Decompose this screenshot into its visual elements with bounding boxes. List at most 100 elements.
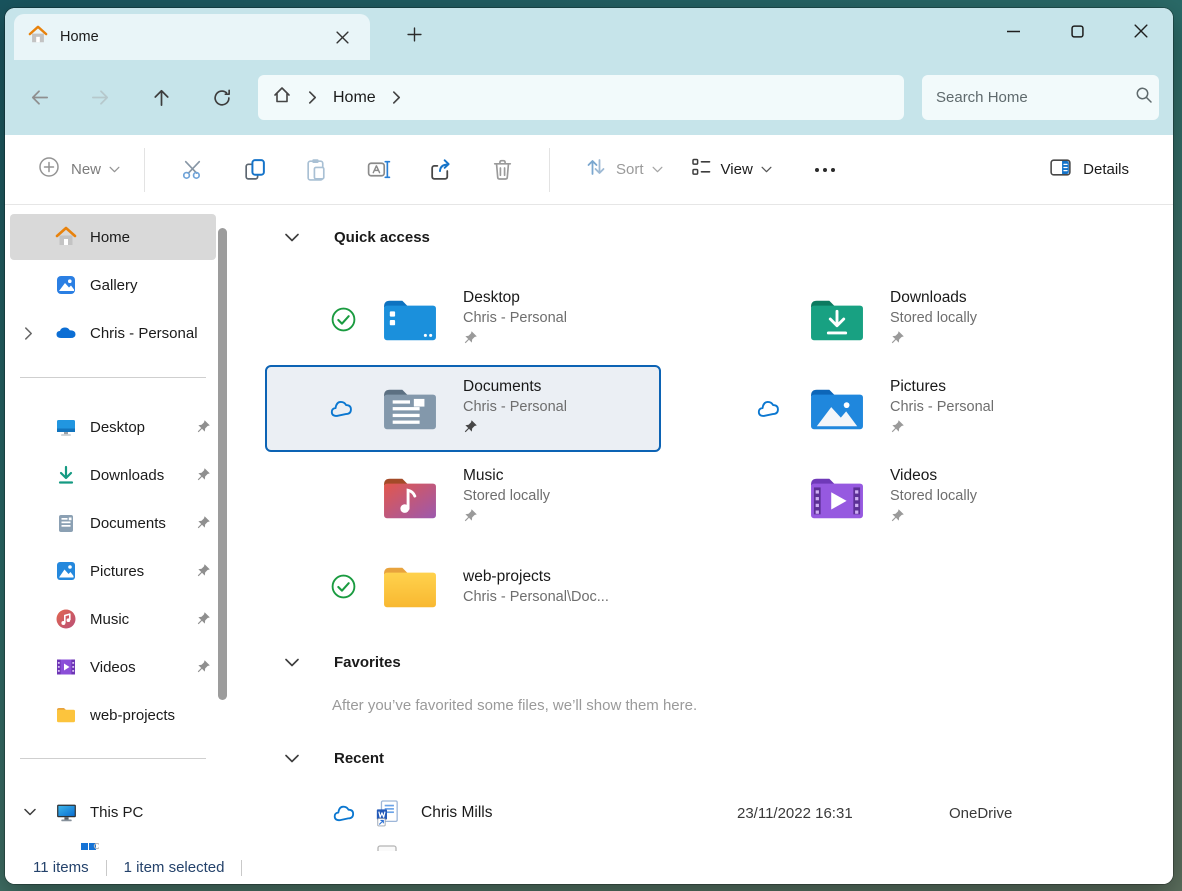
recent-item-location: OneDrive	[949, 805, 1012, 822]
view-button[interactable]: View	[681, 149, 780, 190]
tab-home[interactable]: Home	[14, 14, 370, 60]
section-header-recent[interactable]: Recent	[285, 750, 384, 767]
toolbar-divider	[549, 148, 550, 192]
sidebar-item-desktop[interactable]: Desktop	[10, 404, 216, 450]
sidebar-item-pictures[interactable]: Pictures	[10, 548, 216, 594]
chevron-down-icon[interactable]	[285, 754, 299, 763]
items-view: Quick access Desktop Chris - Personal	[237, 205, 1173, 851]
sidebar-item-web-projects[interactable]: web-projects	[10, 692, 216, 738]
sort-button[interactable]: Sort	[576, 149, 671, 190]
tile-name: Videos	[890, 467, 977, 485]
up-icon[interactable]	[139, 78, 183, 118]
recent-item-name: Chris Mills	[421, 804, 492, 822]
gallery-icon	[54, 274, 78, 296]
sidebar-scrollbar-thumb[interactable]	[218, 228, 227, 700]
sidebar-item-downloads[interactable]: Downloads	[10, 452, 216, 498]
sidebar-item-home[interactable]: Home	[10, 214, 216, 260]
plain-folder-icon	[379, 562, 441, 612]
tile-pictures[interactable]: Pictures Chris - Personal	[692, 365, 1088, 452]
section-header-quick-access[interactable]: Quick access	[285, 229, 430, 246]
breadcrumb-home-icon[interactable]	[272, 85, 292, 110]
pin-icon	[463, 330, 567, 350]
new-tab-button[interactable]	[398, 19, 430, 49]
sidebar-item-label: Desktop	[90, 419, 145, 436]
pin-icon	[890, 330, 977, 350]
navigation-bar: Home	[5, 60, 1173, 135]
sidebar-item-label: Home	[90, 229, 130, 246]
breadcrumb[interactable]: Home	[258, 75, 904, 120]
tile-subtitle: Chris - Personal\Doc...	[463, 589, 609, 605]
tab-title: Home	[60, 29, 99, 45]
recent-item-row[interactable]: Chris Mills 23/11/2022 16:31 OneDrive	[237, 785, 1173, 841]
paste-icon[interactable]	[293, 148, 339, 192]
windows-drive-icon-partial[interactable]	[81, 843, 99, 851]
sidebar-item-label: Gallery	[90, 277, 138, 294]
details-pane-button[interactable]: Details	[1038, 149, 1139, 191]
pin-icon	[196, 659, 211, 679]
sidebar-item-music[interactable]: Music	[10, 596, 216, 642]
pin-icon	[196, 467, 211, 487]
tab-close-icon[interactable]	[328, 23, 356, 51]
downloads-icon	[54, 464, 78, 486]
search-input[interactable]	[936, 89, 1135, 106]
more-options-icon[interactable]	[802, 148, 848, 192]
sort-button-label: Sort	[616, 161, 644, 178]
tile-name: Downloads	[890, 289, 977, 307]
pin-icon	[196, 563, 211, 583]
search-icon[interactable]	[1135, 86, 1153, 109]
this-pc-icon	[54, 801, 78, 824]
home-tab-icon	[28, 25, 48, 50]
pin-icon	[196, 419, 211, 439]
sidebar-item-videos[interactable]: Videos	[10, 644, 216, 690]
pin-icon	[196, 515, 211, 535]
breadcrumb-item-home[interactable]: Home	[333, 89, 376, 107]
chevron-down-icon[interactable]	[10, 808, 40, 816]
sidebar-divider	[20, 377, 206, 378]
cut-icon[interactable]	[169, 148, 215, 192]
share-icon[interactable]	[417, 148, 463, 192]
chevron-down-icon[interactable]	[285, 658, 299, 667]
tile-documents[interactable]: Documents Chris - Personal	[265, 365, 661, 452]
toolbar-divider	[144, 148, 145, 192]
minimize-button[interactable]	[981, 8, 1045, 54]
music-icon	[54, 608, 78, 630]
tile-web-projects[interactable]: web-projects Chris - Personal\Doc...	[265, 543, 661, 630]
sidebar-item-label: Videos	[90, 659, 136, 676]
status-bar: 11 items 1 item selected	[5, 851, 1173, 884]
tile-music[interactable]: Music Stored locally	[265, 454, 661, 541]
sidebar-item-onedrive[interactable]: Chris - Personal	[10, 310, 216, 356]
rename-icon[interactable]	[355, 148, 401, 192]
search-box[interactable]	[922, 75, 1159, 120]
chevron-down-icon[interactable]	[285, 233, 299, 242]
copy-icon[interactable]	[231, 148, 277, 192]
tile-name: Desktop	[463, 289, 567, 307]
chevron-right-icon[interactable]	[10, 327, 40, 340]
close-button[interactable]	[1109, 8, 1173, 54]
document-icon-partial	[377, 845, 399, 851]
chevron-right-icon[interactable]	[392, 91, 401, 104]
tile-downloads[interactable]: Downloads Stored locally	[692, 276, 1088, 363]
refresh-icon[interactable]	[200, 78, 244, 118]
sidebar-item-gallery[interactable]: Gallery	[10, 262, 216, 308]
tile-videos[interactable]: Videos Stored locally	[692, 454, 1088, 541]
selection-count: 1 item selected	[124, 859, 225, 876]
new-button[interactable]: New	[29, 149, 128, 190]
status-divider	[241, 860, 242, 876]
desktop-icon	[54, 416, 78, 438]
sidebar-item-this-pc[interactable]: This PC	[10, 789, 216, 835]
delete-icon[interactable]	[479, 148, 525, 192]
forward-icon[interactable]	[78, 78, 122, 118]
home-icon	[54, 226, 78, 248]
sidebar-item-label: Pictures	[90, 563, 144, 580]
pin-icon	[463, 508, 550, 528]
section-header-favorites[interactable]: Favorites	[285, 654, 401, 671]
back-icon[interactable]	[17, 78, 61, 118]
tile-desktop[interactable]: Desktop Chris - Personal	[265, 276, 661, 363]
command-toolbar: New Sort	[5, 135, 1173, 205]
sidebar-item-label: Documents	[90, 515, 166, 532]
navigation-pane: Home Gallery Chris - Personal	[5, 205, 237, 851]
cloud-icon	[332, 803, 359, 823]
sidebar-item-documents[interactable]: Documents	[10, 500, 216, 546]
tile-name: web-projects	[463, 568, 609, 586]
maximize-button[interactable]	[1045, 8, 1109, 54]
